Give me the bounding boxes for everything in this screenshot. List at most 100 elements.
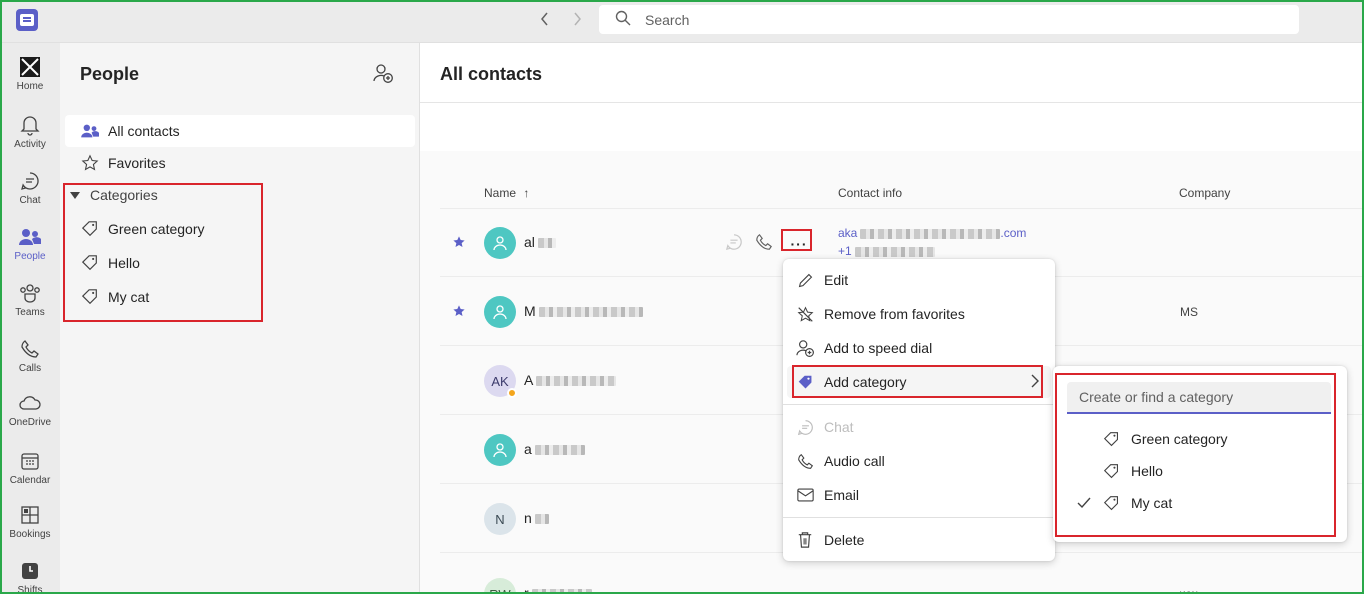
menu-item-edit[interactable]: Edit <box>787 264 1051 296</box>
chat-icon <box>19 169 41 193</box>
category-option[interactable]: Hello <box>1067 456 1331 486</box>
tag-icon <box>1103 493 1123 513</box>
divider <box>420 102 1364 103</box>
sidebar-item-category[interactable]: Hello <box>65 247 415 279</box>
sidebar-item-category[interactable]: Green category <box>65 213 415 245</box>
avatar <box>484 227 516 259</box>
contact-company: MS <box>1180 305 1198 319</box>
teams-icon <box>19 281 41 305</box>
rail-item-calls[interactable]: Calls <box>0 329 60 385</box>
column-header-name[interactable]: Name ↑ <box>484 186 529 200</box>
bookings-icon <box>19 503 41 527</box>
contact-name[interactable]: n <box>524 510 549 526</box>
people-panel: People All contacts Favorites Categories… <box>60 43 420 594</box>
contact-context-menu: Edit Remove from favorites Add to speed … <box>783 259 1055 561</box>
star-off-icon <box>795 304 815 324</box>
tag-icon <box>80 253 100 273</box>
person-add-icon <box>795 338 815 358</box>
page-title: All contacts <box>440 64 543 84</box>
avatar: RW <box>484 578 516 594</box>
rail-item-chat[interactable]: Chat <box>0 161 60 217</box>
menu-item-remove-favorites[interactable]: Remove from favorites <box>787 298 1051 330</box>
tag-filled-icon <box>795 372 815 392</box>
teams-logo-icon <box>16 9 38 31</box>
tag-icon <box>80 219 100 239</box>
history-navigation <box>536 8 586 30</box>
contact-email[interactable]: aka .com <box>838 226 1026 240</box>
contact-phone[interactable]: +1 <box>838 244 935 258</box>
sidebar-item-all-contacts[interactable]: All contacts <box>65 115 415 147</box>
menu-item-audio-call[interactable]: Audio call <box>787 445 1051 477</box>
sort-arrow-icon: ↑ <box>523 186 530 200</box>
avatar <box>484 296 516 328</box>
pencil-icon <box>795 270 815 290</box>
tag-icon <box>1103 461 1123 481</box>
category-option[interactable]: My cat <box>1067 488 1331 518</box>
categories-label: Categories <box>90 187 158 203</box>
contact-name[interactable]: r <box>524 585 592 594</box>
panel-title: People <box>80 64 140 84</box>
add-contact-icon[interactable] <box>373 63 395 85</box>
chat-icon <box>795 417 815 437</box>
menu-item-add-category[interactable]: Add category <box>787 366 1051 398</box>
sidebar-item-category[interactable]: My cat <box>65 281 415 313</box>
sidebar-item-label: Hello <box>108 255 140 271</box>
contact-company: ww <box>1180 587 1198 594</box>
search-input[interactable]: Search <box>599 5 1299 34</box>
rail-item-calendar[interactable]: Calendar <box>0 441 60 497</box>
trash-icon <box>795 530 815 550</box>
categories-header[interactable]: Categories <box>70 183 158 207</box>
mail-icon <box>795 485 815 505</box>
title-bar: Search <box>0 0 1364 43</box>
sidebar-item-label: All contacts <box>108 123 180 139</box>
rail-item-teams[interactable]: Teams <box>0 273 60 329</box>
avatar: N <box>484 503 516 535</box>
shifts-icon <box>19 559 41 583</box>
favorite-star-icon[interactable] <box>452 304 468 320</box>
menu-divider <box>783 517 1055 518</box>
avatar: AK <box>484 365 517 398</box>
search-icon <box>615 10 631 29</box>
menu-item-email[interactable]: Email <box>787 479 1051 511</box>
sidebar-item-label: Favorites <box>108 155 166 171</box>
people-icon <box>80 121 100 141</box>
category-option[interactable]: Green category <box>1067 424 1331 454</box>
sidebar-item-favorites[interactable]: Favorites <box>65 147 415 179</box>
home-icon <box>19 55 41 79</box>
rail-item-bookings[interactable]: Bookings <box>0 495 60 551</box>
back-arrow-icon[interactable] <box>536 8 554 30</box>
menu-item-delete[interactable]: Delete <box>787 524 1051 556</box>
favorite-star-icon[interactable] <box>452 235 468 251</box>
rail-item-shifts[interactable]: Shifts <box>0 551 60 594</box>
rail-item-people[interactable]: People <box>0 217 60 273</box>
contact-name[interactable]: a <box>524 441 585 457</box>
phone-icon <box>795 451 815 471</box>
bell-icon <box>19 113 41 137</box>
tag-icon <box>80 287 100 307</box>
more-options-button[interactable]: ··· <box>785 234 813 254</box>
rail-item-onedrive[interactable]: OneDrive <box>0 383 60 439</box>
avatar <box>484 434 516 466</box>
contact-name[interactable]: M <box>524 303 643 319</box>
row-actions: ··· <box>725 233 813 254</box>
contact-name[interactable]: A <box>524 372 617 388</box>
tag-icon <box>1103 429 1123 449</box>
forward-arrow-icon[interactable] <box>568 8 586 30</box>
category-submenu: Green category Hello My cat <box>1053 366 1347 542</box>
menu-divider <box>783 404 1055 405</box>
contact-name[interactable]: al <box>524 234 556 250</box>
phone-icon <box>19 337 41 361</box>
category-search-input[interactable] <box>1067 382 1331 414</box>
rail-item-activity[interactable]: Activity <box>0 105 60 161</box>
menu-item-speed-dial[interactable]: Add to speed dial <box>787 332 1051 364</box>
people-icon <box>19 225 41 249</box>
rail-item-home[interactable]: Home <box>0 47 60 103</box>
column-header-contact[interactable]: Contact info <box>838 186 902 200</box>
menu-item-chat: Chat <box>787 411 1051 443</box>
column-header-company[interactable]: Company <box>1179 186 1230 200</box>
search-placeholder: Search <box>645 11 690 28</box>
phone-icon[interactable] <box>755 233 773 254</box>
chat-icon[interactable] <box>725 233 743 254</box>
person-icon <box>493 236 507 251</box>
sidebar-item-label: My cat <box>108 289 150 305</box>
